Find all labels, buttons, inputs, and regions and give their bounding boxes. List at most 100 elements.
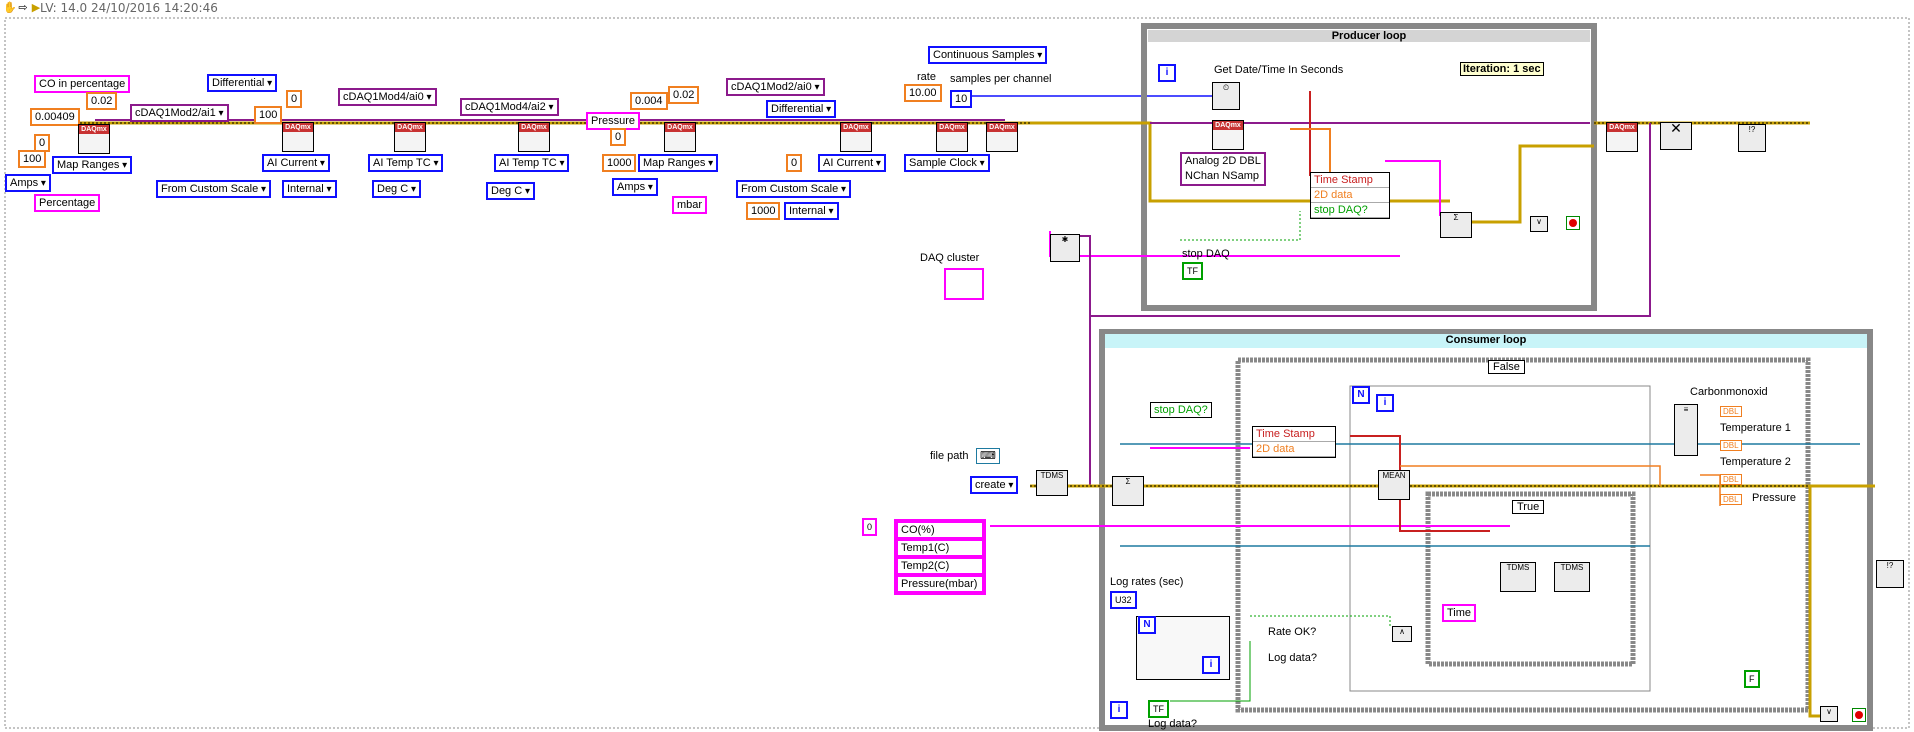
tdms-write-a-node[interactable]: TDMS (1500, 562, 1536, 592)
const-0-004[interactable]: 0.004 (630, 92, 668, 110)
dequeue-node[interactable]: Σ (1112, 476, 1144, 506)
log-data-label: Log data? (1148, 718, 1197, 730)
create-channel-ai1-node[interactable]: DAQmx (282, 122, 314, 152)
error-handler-top-icon[interactable]: !? (1738, 124, 1766, 152)
get-date-time-node[interactable]: ⏲ (1212, 82, 1240, 110)
temperature2-indicator: DBL (1720, 474, 1742, 485)
from-custom-scale-b[interactable]: From Custom Scale (736, 180, 852, 198)
log-rates-control[interactable]: U32 (1110, 591, 1137, 609)
const-0-00409[interactable]: 0.00409 (30, 108, 80, 126)
read-mode-ring[interactable]: Analog 2D DBL NChan NSamp (1180, 152, 1266, 186)
tdms-write-b-node[interactable]: TDMS (1554, 562, 1590, 592)
chan-ai1[interactable]: cDAQ1Mod2/ai1 (130, 104, 229, 122)
create-channel-mod2-ai0-node[interactable]: DAQmx (840, 122, 872, 152)
enqueue-node[interactable]: Σ (1440, 212, 1472, 238)
channel-co[interactable]: CO(%) (896, 521, 984, 539)
window-title: LV: 14.0 24/10/2016 14:20:46 (40, 1, 218, 15)
percentage-const[interactable]: Percentage (34, 194, 101, 212)
mean-node[interactable]: MEAN (1378, 470, 1410, 500)
sample-clock-ring[interactable]: Sample Clock (904, 154, 990, 172)
pressure-output-label: Pressure (1752, 492, 1797, 504)
stop-daq-local[interactable]: stop DAQ? (1150, 402, 1212, 418)
consumer-loop-title: Consumer loop (1445, 334, 1527, 346)
unbundle-by-name-node[interactable]: ≡ (1674, 404, 1698, 456)
differential-a[interactable]: Differential (207, 74, 278, 92)
channel-names-array[interactable]: CO(%) Temp1(C) Temp2(C) Pressure(mbar) (894, 519, 986, 595)
co-label-const[interactable]: CO in percentage (34, 75, 131, 93)
map-ranges-a[interactable]: Map Ranges (52, 156, 133, 174)
producer-bundle[interactable]: Time Stamp 2D data stop DAQ? (1310, 172, 1390, 219)
create-channel-mod4-ai0-node[interactable]: DAQmx (394, 122, 426, 152)
mbar-const[interactable]: mbar (672, 196, 708, 214)
carbonmonoxid-label: Carbonmonoxid (1690, 386, 1768, 398)
daq-cluster-icon[interactable] (944, 268, 984, 300)
const-100a[interactable]: 100 (18, 150, 47, 168)
create-channel-pressure-node[interactable]: DAQmx (664, 122, 696, 152)
channel-temp1[interactable]: Temp1(C) (896, 539, 984, 557)
amps-ring-b[interactable]: Amps (612, 178, 658, 196)
time-const[interactable]: Time (1442, 604, 1477, 622)
bundle-node[interactable]: ✱ (1050, 234, 1080, 262)
ai-temp-tc-a[interactable]: AI Temp TC (368, 154, 444, 172)
differential-b[interactable]: Differential (766, 100, 837, 118)
tdms-open-node[interactable]: TDMS (1036, 470, 1068, 496)
error-handler-bottom-icon[interactable]: !? (1876, 560, 1904, 588)
consumer-or-node: ∨ (1820, 706, 1838, 722)
for-loop-iteration-terminal: i (1376, 394, 1394, 412)
create-ring[interactable]: create (970, 476, 1019, 494)
deg-c-b[interactable]: Deg C (486, 182, 535, 200)
const-100b[interactable]: 100 (254, 106, 283, 124)
deg-c-a[interactable]: Deg C (372, 180, 421, 198)
ai-current-a[interactable]: AI Current (262, 154, 330, 172)
start-task-node[interactable]: DAQmx (986, 122, 1018, 152)
create-channel-co-node[interactable]: DAQmx (78, 124, 110, 154)
const-1000a[interactable]: 1000 (602, 154, 637, 172)
bundle-stop-daq: stop DAQ? (1311, 203, 1389, 218)
pressure-indicator: DBL (1720, 494, 1742, 505)
internal-a[interactable]: Internal (282, 180, 337, 198)
and-node: ∧ (1392, 626, 1412, 642)
create-channel-mod4-ai2-node[interactable]: DAQmx (518, 122, 550, 152)
map-ranges-b[interactable]: Map Ranges (638, 154, 719, 172)
const-0-02b[interactable]: 0.02 (668, 86, 700, 104)
chan-mod2-ai0[interactable]: cDAQ1Mod2/ai0 (726, 78, 825, 96)
nchan-nsamp-label: NChan NSamp (1185, 170, 1259, 182)
read-node[interactable]: DAQmx (1212, 120, 1244, 150)
or-node: ∨ (1530, 216, 1548, 232)
log-data-control[interactable]: TF (1148, 700, 1169, 718)
const-1000b[interactable]: 1000 (746, 202, 781, 220)
arrow-icon[interactable]: ⇨ (17, 2, 29, 14)
amps-ring-a[interactable]: Amps (5, 174, 51, 192)
channel-pressure[interactable]: Pressure(mbar) (896, 575, 984, 593)
stop-daq-control[interactable]: TF (1182, 262, 1203, 280)
clear-task-node[interactable]: DAQmx (1606, 122, 1638, 152)
ai-temp-tc-b[interactable]: AI Temp TC (494, 154, 570, 172)
channel-array-index[interactable]: 0 (862, 518, 878, 536)
case-false-selector[interactable]: False (1488, 360, 1525, 374)
const-0b[interactable]: 0 (286, 90, 303, 108)
const-0c[interactable]: 0 (610, 128, 627, 146)
const-0-02a[interactable]: 0.02 (86, 92, 118, 110)
release-queue-node[interactable]: ✕ (1660, 121, 1692, 150)
producer-stop-terminal (1566, 216, 1580, 230)
rate-control[interactable]: 10.00 (904, 84, 942, 102)
hand-icon[interactable]: ✋ (3, 2, 17, 14)
const-0d[interactable]: 0 (786, 154, 803, 172)
samples-per-channel-control[interactable]: 10 (950, 90, 973, 108)
ai-current-b[interactable]: AI Current (818, 154, 886, 172)
get-date-time-label: Get Date/Time In Seconds (1214, 64, 1344, 76)
case-true-selector[interactable]: True (1512, 500, 1545, 514)
timing-node[interactable]: DAQmx (936, 122, 968, 152)
samples-per-channel-label: samples per channel (950, 73, 1052, 85)
chan-mod4-ai2[interactable]: cDAQ1Mod4/ai2 (460, 98, 559, 116)
consumer-unbundle[interactable]: Time Stamp 2D data (1252, 426, 1336, 458)
continuous-samples-ring[interactable]: Continuous Samples (928, 46, 1048, 64)
channel-temp2[interactable]: Temp2(C) (896, 557, 984, 575)
file-path-control[interactable]: ⌨ (976, 448, 1000, 464)
internal-b[interactable]: Internal (784, 202, 839, 220)
log-data-q-label: Log data? (1268, 652, 1317, 664)
temperature1-label: Temperature 1 (1720, 422, 1791, 434)
chan-mod4-ai0[interactable]: cDAQ1Mod4/ai0 (338, 88, 437, 106)
from-custom-scale-a[interactable]: From Custom Scale (156, 180, 272, 198)
false-constant[interactable]: F (1744, 670, 1760, 688)
